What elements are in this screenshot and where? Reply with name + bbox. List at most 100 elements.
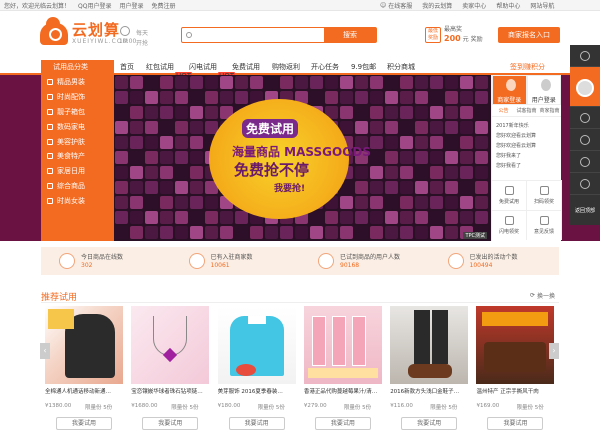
banner-tile [175,226,188,239]
qq-login-link[interactable]: QQ用户登录 [78,1,111,10]
site-logo[interactable]: 云划算 XUEIYIWL.COM [40,16,129,45]
category-item[interactable]: 精品男装 [41,75,114,90]
news-item[interactable]: 您好我看了 [492,161,561,171]
product-image[interactable] [45,306,123,384]
product-card[interactable]: 2016新款方头浅口金鞋子… ¥116.00 限量份 5份 我要试用 [386,306,472,440]
try-button[interactable]: 我要试用 [314,417,371,430]
nav-item-label: 首页 [120,63,134,71]
category-item[interactable]: 美食特产 [41,149,114,164]
nav-item-4[interactable]: 购物返利 [272,60,311,75]
product-card[interactable]: 宝恋镶嵌华球者珠石钻项链… ¥1680.00 限量份 5份 我要试用 [127,306,213,440]
back-to-top-button[interactable]: 返回顶部 [570,207,600,214]
search-button[interactable]: 搜索 [324,28,376,42]
news-item[interactable]: 您好欢迎看云划算 [492,131,561,141]
product-name[interactable]: 2016新款方头浅口金鞋子… [390,387,468,395]
try-button[interactable]: 我要试用 [142,417,199,430]
banner-tile [235,211,248,224]
daily-signin-link[interactable]: 签到赚积分 [510,62,545,73]
product-name[interactable]: 香港正品代购蔓越莓果汁/清… [304,387,382,395]
category-item[interactable]: 美容护肤 [41,134,114,149]
banner-tile [115,76,128,89]
category-item[interactable]: 时尚女装 [41,193,114,208]
banner-tile [175,136,188,149]
try-button[interactable]: 我要试用 [56,417,112,430]
merchant-center-link[interactable]: 卖家中心 [462,1,486,10]
free-register-link[interactable]: 免费注册 [151,1,175,10]
help-center-link[interactable]: 帮助中心 [496,1,520,10]
category-item[interactable]: 家居日用 [41,164,114,179]
my-account-link[interactable]: 我的云划算 [422,1,452,10]
product-price: ¥279.00 [303,403,327,409]
banner-tile [145,151,158,164]
site-nav-link[interactable]: 网站导航 [530,1,554,10]
banner-tile [160,181,173,194]
product-image[interactable] [390,306,469,384]
banner-tile [400,166,413,179]
category-icon [47,168,53,175]
product-card[interactable]: 美芽服饰 2016夏季春装… ¥180.00 限量份 5份 我要试用 [214,306,300,440]
service-item[interactable]: 免费试用 [492,180,527,210]
news-item[interactable]: 2017新年快乐 [492,121,561,131]
nav-item-2[interactable]: 闪电试用HOT [189,60,236,80]
nav-item-5[interactable]: 开心任务 [311,60,351,75]
nav-item-3[interactable]: 免费试用 [232,60,272,75]
merchant-login-tab[interactable]: 商家登录 [492,75,527,105]
banner-tile [445,121,458,134]
product-image[interactable] [217,306,296,384]
merchant-signup-button[interactable]: 商家报名入口 [498,27,560,43]
product-image[interactable] [131,306,210,384]
guide-tab[interactable]: 试客指南 [515,107,538,114]
nav-item-1[interactable]: 红包试用HOT [146,60,193,80]
category-icon [47,94,53,101]
rail-mobile[interactable] [570,173,600,195]
product-name[interactable]: 全棉通人机通话移动新通… [45,387,123,395]
category-menu-button[interactable]: 试用品分类 [41,60,114,75]
try-button[interactable]: 我要试用 [228,417,285,430]
service-item[interactable]: 意见反馈 [527,210,562,240]
product-name[interactable]: 温州特产 正宗手撕风干肉 [476,387,554,395]
rail-qq[interactable] [570,45,600,67]
banner-tile [340,211,353,224]
nav-item-0[interactable]: 首页 [120,60,146,75]
category-item[interactable]: 时尚配饰 [41,90,114,105]
stat-item: 今日商品在线数 302 [41,247,171,275]
banner-tile [355,226,368,239]
product-image[interactable] [303,306,382,384]
news-item[interactable]: 您好我来了 [492,151,561,161]
nav-item-7[interactable]: 积分商城 [387,60,437,75]
nav-item-6[interactable]: 9.9包邮 [351,60,387,75]
hero-banner[interactable]: 免费试用 海量商品 MASSGOODS 免费抢不停 我要抢! TPC测试 [114,75,491,241]
service-item[interactable]: 闪电领奖 [492,210,527,240]
product-name[interactable]: 美芽服饰 2016夏季春装… [218,387,296,395]
service-item[interactable]: 扫码领奖 [527,180,562,210]
product-card[interactable]: 温州特产 正宗手撕风干肉 ¥169.00 限量份 5份 我要试用 [472,306,558,440]
product-card[interactable]: 香港正品代购蔓越莓果汁/清… ¥279.00 限量份 5份 我要试用 [300,306,386,440]
carousel-next-button[interactable]: › [549,343,559,359]
category-item[interactable]: 靓子箱包 [41,105,114,120]
rail-history[interactable] [570,151,600,173]
guide-tab[interactable]: 公告 [492,107,515,114]
login-link[interactable]: 用户登录 [119,1,143,10]
category-item[interactable]: 综合商品 [41,179,114,194]
product-name[interactable]: 宝恋镶嵌华球者珠石钻项链… [131,387,209,395]
news-item[interactable]: 您好欢迎看云划算 [492,141,561,151]
guide-tab[interactable]: 商家指南 [538,107,561,114]
rail-cart[interactable] [570,107,600,129]
try-button[interactable]: 我要试用 [401,417,458,430]
rail-favorite[interactable] [570,129,600,151]
online-service-link[interactable]: ☺ 在线客服 [380,1,412,10]
banner-tile [385,166,398,179]
carousel-prev-button[interactable]: ‹ [40,343,50,359]
product-image[interactable] [476,306,555,384]
refresh-button[interactable]: ⟳ 换一换 [530,291,555,300]
try-button[interactable]: 我要试用 [487,417,544,430]
search-input[interactable] [182,28,324,42]
banner-tile [370,121,383,134]
product-card[interactable]: 全棉通人机通话移动新通… ¥1380.00 限量份 5份 我要试用 [41,306,127,440]
category-item[interactable]: 数码家电 [41,119,114,134]
rail-user[interactable] [570,67,600,107]
banner-cta[interactable]: 我要抢! [274,181,305,194]
user-login-tab[interactable]: 用户登录 [526,75,561,105]
welcome-text: 您好，欢迎光临云划算！ [4,3,71,10]
banner-tile [115,166,128,179]
